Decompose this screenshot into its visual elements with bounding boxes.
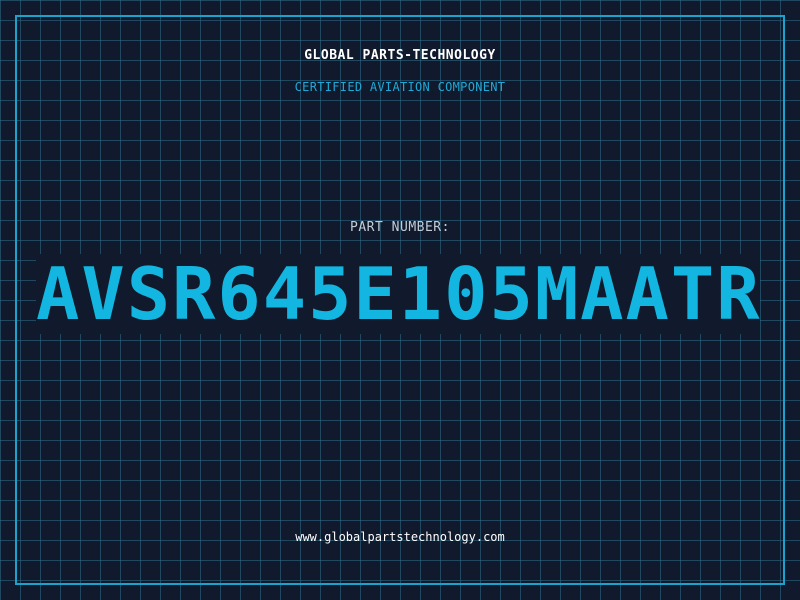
- company-name: GLOBAL PARTS-TECHNOLOGY: [304, 48, 496, 63]
- certification-tagline: CERTIFIED AVIATION COMPONENT: [294, 80, 506, 94]
- part-number-label: PART NUMBER:: [350, 220, 450, 235]
- website-url: www.globalpartstechnology.com: [295, 530, 505, 544]
- part-card: GLOBAL PARTS-TECHNOLOGY CERTIFIED AVIATI…: [0, 0, 800, 600]
- part-number-value: AVSR645E105MAATR: [36, 254, 760, 334]
